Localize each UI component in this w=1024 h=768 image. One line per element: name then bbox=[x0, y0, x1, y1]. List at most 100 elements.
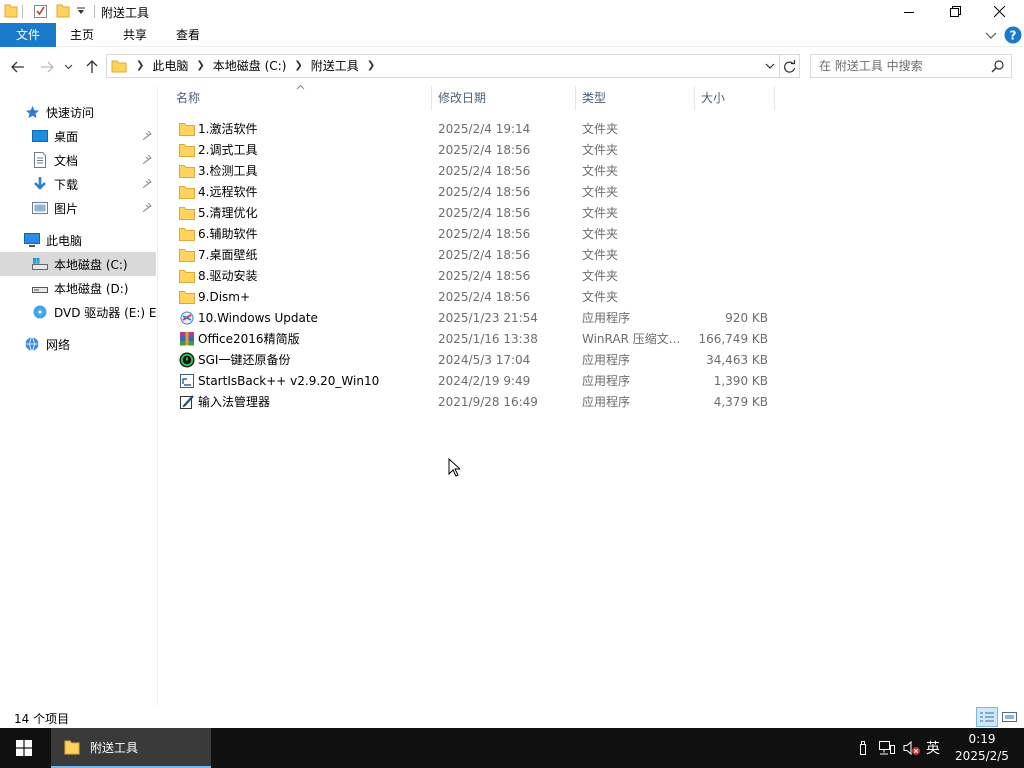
dvd-icon bbox=[32, 304, 48, 320]
search-input[interactable] bbox=[811, 55, 981, 77]
sidebar-label: DVD 驱动器 (E:) EA bbox=[54, 305, 156, 320]
sidebar-item-dvd-drive[interactable]: DVD 驱动器 (E:) EA bbox=[0, 300, 156, 324]
file-row[interactable]: 1.激活软件 2025/2/4 19:14 文件夹 bbox=[174, 118, 774, 139]
file-name: 6.辅助软件 bbox=[198, 227, 258, 241]
forward-button[interactable] bbox=[38, 58, 56, 76]
sidebar-label: 此电脑 bbox=[46, 233, 83, 248]
large-icons-view-button[interactable] bbox=[998, 707, 1020, 727]
help-icon[interactable]: ? bbox=[1004, 26, 1022, 44]
downloads-icon bbox=[32, 176, 48, 192]
file-row[interactable]: 9.Dism+ 2025/2/4 18:56 文件夹 bbox=[174, 286, 774, 307]
column-name[interactable]: 名称 bbox=[170, 86, 432, 110]
file-row[interactable]: 5.清理优化 2025/2/4 18:56 文件夹 bbox=[174, 202, 774, 223]
column-type[interactable]: 类型 bbox=[576, 86, 695, 110]
start-button[interactable] bbox=[0, 728, 48, 768]
file-date: 2025/1/16 13:38 bbox=[438, 331, 538, 346]
details-view-button[interactable] bbox=[976, 707, 998, 727]
properties-icon[interactable] bbox=[33, 3, 48, 19]
address-bar[interactable]: ❯ 此电脑 ❯ 本地磁盘 (C:) ❯ 附送工具 ❯ bbox=[106, 54, 780, 78]
system-clock[interactable]: 0:19 2025/2/5 bbox=[950, 731, 1014, 765]
customize-toolbar-icon[interactable] bbox=[76, 6, 86, 16]
computer-icon bbox=[24, 232, 40, 248]
file-type: 应用程序 bbox=[582, 353, 631, 367]
file-date: 2024/5/3 17:04 bbox=[438, 352, 531, 367]
file-row[interactable]: Office2016精简版 2025/1/16 13:38 WinRAR 压缩文..… bbox=[174, 328, 774, 349]
breadcrumb-drive-c[interactable]: 本地磁盘 (C:) bbox=[208, 55, 292, 77]
sidebar-label: 网络 bbox=[46, 337, 71, 352]
pin-icon[interactable] bbox=[142, 130, 152, 140]
chevron-right-icon[interactable]: ❯ bbox=[193, 55, 207, 77]
file-type: 文件夹 bbox=[582, 227, 619, 241]
new-folder-icon[interactable] bbox=[56, 3, 70, 19]
file-row[interactable]: SGI一键还原备份 2024/5/3 17:04 应用程序 34,463 KB bbox=[174, 349, 774, 370]
folder-icon bbox=[178, 289, 196, 305]
pin-icon[interactable] bbox=[142, 178, 152, 188]
minimize-button[interactable] bbox=[886, 0, 932, 23]
chevron-right-icon[interactable]: ❯ bbox=[133, 55, 147, 77]
tab-file[interactable]: 文件 bbox=[0, 23, 56, 47]
volume-muted-icon[interactable] bbox=[903, 740, 921, 756]
pin-icon[interactable] bbox=[142, 202, 152, 212]
file-date: 2025/2/4 19:14 bbox=[438, 121, 531, 136]
chevron-right-icon[interactable]: ❯ bbox=[364, 55, 378, 77]
tab-view[interactable]: 查看 bbox=[163, 23, 213, 47]
chevron-right-icon[interactable]: ❯ bbox=[291, 55, 305, 77]
restore-button[interactable] bbox=[932, 0, 978, 23]
recent-locations-button[interactable] bbox=[62, 58, 74, 76]
column-size[interactable]: 大小 bbox=[695, 86, 775, 110]
column-date[interactable]: 修改日期 bbox=[432, 86, 576, 110]
sidebar-label: 快速访问 bbox=[46, 105, 95, 120]
sidebar-item-desktop[interactable]: 桌面 bbox=[0, 124, 156, 148]
sidebar-label: 本地磁盘 (C:) bbox=[54, 257, 128, 272]
file-date: 2021/9/28 16:49 bbox=[438, 394, 538, 409]
sidebar-item-quick-access[interactable]: 快速访问 bbox=[0, 100, 156, 124]
sidebar-item-drive-c[interactable]: 本地磁盘 (C:) bbox=[0, 252, 156, 276]
sidebar-label: 本地磁盘 (D:) bbox=[54, 281, 129, 296]
documents-icon bbox=[32, 152, 48, 168]
file-type: 文件夹 bbox=[582, 122, 619, 136]
file-type: WinRAR 压缩文... bbox=[582, 332, 681, 346]
refresh-button[interactable] bbox=[780, 54, 800, 78]
installer-icon bbox=[178, 373, 196, 389]
ribbon-tabs: 文件 主页 共享 查看 ? bbox=[0, 23, 1024, 47]
network-status-icon[interactable] bbox=[878, 740, 896, 756]
file-size: 34,463 KB bbox=[706, 352, 768, 367]
sidebar-label: 文档 bbox=[54, 153, 79, 168]
file-row[interactable]: 6.辅助软件 2025/2/4 18:56 文件夹 bbox=[174, 223, 774, 244]
usb-device-icon[interactable] bbox=[858, 740, 868, 756]
file-row[interactable]: 7.桌面壁纸 2025/2/4 18:56 文件夹 bbox=[174, 244, 774, 265]
sidebar-item-this-pc[interactable]: 此电脑 bbox=[0, 228, 156, 252]
search-box bbox=[810, 54, 1012, 78]
file-row[interactable]: 8.驱动安装 2025/2/4 18:56 文件夹 bbox=[174, 265, 774, 286]
taskbar-explorer-window[interactable]: 附送工具 bbox=[51, 728, 211, 768]
file-row[interactable]: 4.远程软件 2025/2/4 18:56 文件夹 bbox=[174, 181, 774, 202]
file-row[interactable]: 10.Windows Update 2025/1/23 21:54 应用程序 920 … bbox=[174, 307, 774, 328]
file-row[interactable]: 输入法管理器 2021/9/28 16:49 应用程序 4,379 KB bbox=[174, 391, 774, 412]
back-button[interactable] bbox=[9, 58, 27, 76]
sidebar-item-drive-d[interactable]: 本地磁盘 (D:) bbox=[0, 276, 156, 300]
windows-logo-icon bbox=[16, 740, 32, 756]
breadcrumb-current-folder[interactable]: 附送工具 bbox=[306, 55, 364, 77]
drive-icon bbox=[32, 280, 48, 296]
file-row[interactable]: 3.检测工具 2025/2/4 18:56 文件夹 bbox=[174, 160, 774, 181]
file-row[interactable]: 2.调式工具 2025/2/4 18:56 文件夹 bbox=[174, 139, 774, 160]
address-history-icon[interactable] bbox=[765, 63, 775, 70]
tab-share[interactable]: 共享 bbox=[110, 23, 160, 47]
search-icon[interactable] bbox=[991, 60, 1004, 73]
folder-icon bbox=[178, 121, 196, 137]
input-method-indicator[interactable]: 英 bbox=[926, 738, 940, 758]
sidebar-item-pictures[interactable]: 图片 bbox=[0, 196, 156, 220]
expand-ribbon-icon[interactable] bbox=[985, 30, 997, 40]
file-date: 2025/2/4 18:56 bbox=[438, 163, 531, 178]
pin-icon[interactable] bbox=[142, 154, 152, 164]
sidebar-item-documents[interactable]: 文档 bbox=[0, 148, 156, 172]
sidebar-item-downloads[interactable]: 下载 bbox=[0, 172, 156, 196]
up-button[interactable] bbox=[83, 58, 101, 76]
close-button[interactable] bbox=[976, 0, 1022, 23]
tab-home[interactable]: 主页 bbox=[57, 23, 107, 47]
file-name: 10.Windows Update bbox=[198, 310, 318, 325]
sidebar-item-network[interactable]: 网络 bbox=[0, 332, 156, 356]
file-row[interactable]: StartIsBack++ v2.9.20_Win10 2024/2/19 9:4… bbox=[174, 370, 774, 391]
breadcrumb-this-pc[interactable]: 此电脑 bbox=[147, 55, 193, 77]
title-bar: 附送工具 bbox=[0, 0, 1024, 23]
